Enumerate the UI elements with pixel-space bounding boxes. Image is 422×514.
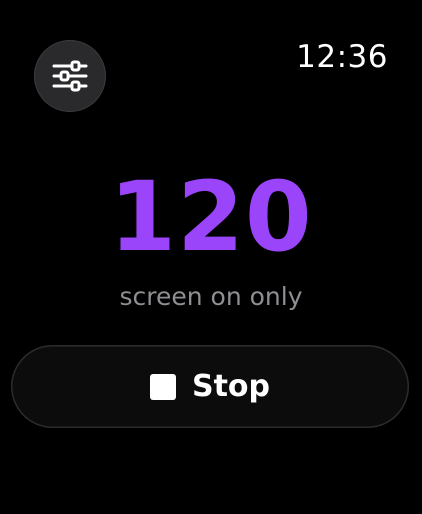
stop-button[interactable]: Stop bbox=[11, 345, 409, 428]
settings-button[interactable] bbox=[34, 40, 106, 112]
mode-subtitle: screen on only bbox=[119, 282, 303, 311]
main-value: 120 bbox=[109, 161, 313, 273]
stop-label: Stop bbox=[191, 369, 271, 404]
stop-icon bbox=[149, 373, 176, 400]
status-time: 12:36 bbox=[296, 39, 388, 75]
sliders-icon bbox=[52, 60, 88, 92]
